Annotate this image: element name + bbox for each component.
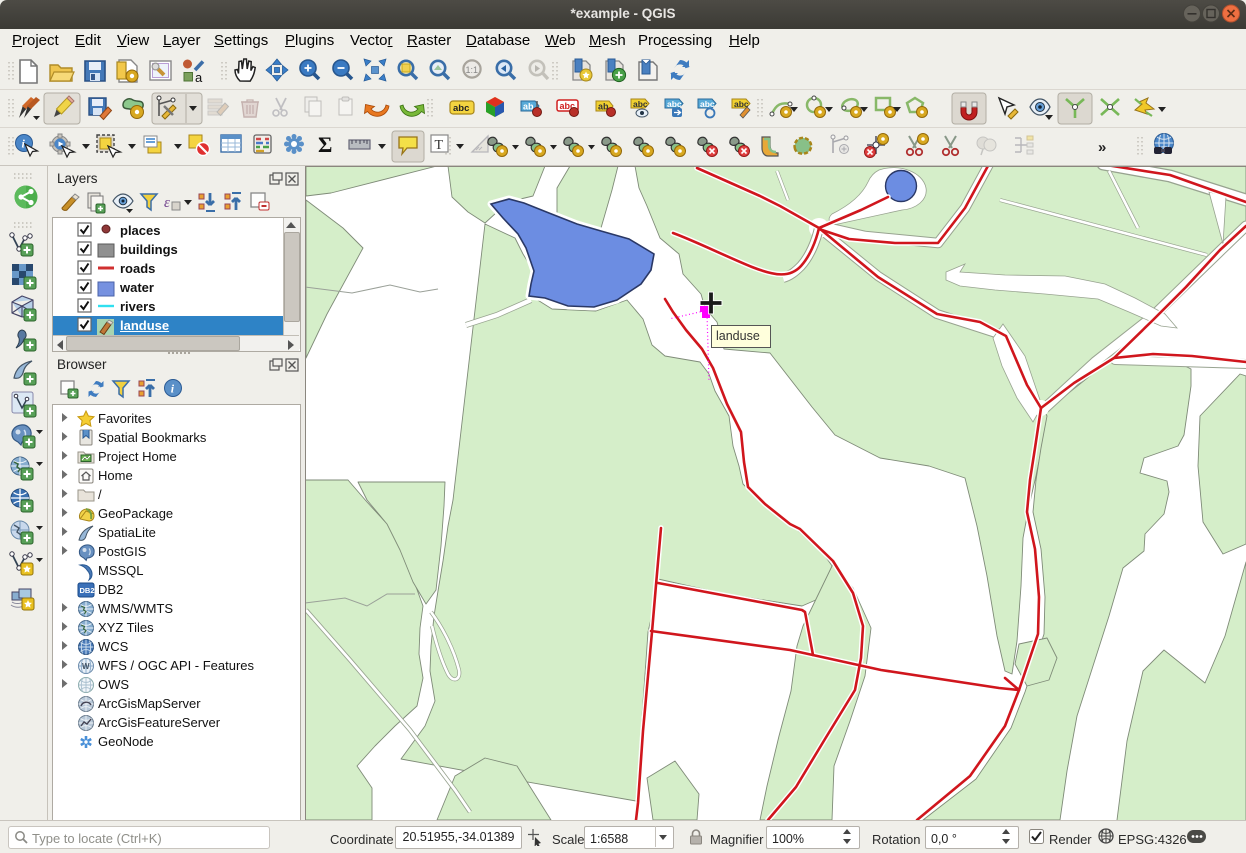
- svg-text:1:1: 1:1: [466, 65, 479, 75]
- svg-text:abc: abc: [700, 99, 715, 109]
- svg-text:ab: ab: [523, 102, 534, 112]
- svg-text:a: a: [195, 70, 203, 85]
- svg-text:DB2: DB2: [80, 586, 95, 595]
- svg-text:abc: abc: [633, 99, 648, 109]
- svg-text:T: T: [435, 138, 444, 153]
- svg-text:abc: abc: [453, 103, 469, 114]
- svg-text:ε: ε: [164, 195, 170, 211]
- svg-text:abc: abc: [667, 99, 682, 109]
- svg-text:»: »: [1098, 139, 1106, 156]
- svg-text:W: W: [82, 662, 90, 671]
- svg-text:Σ: Σ: [318, 132, 332, 157]
